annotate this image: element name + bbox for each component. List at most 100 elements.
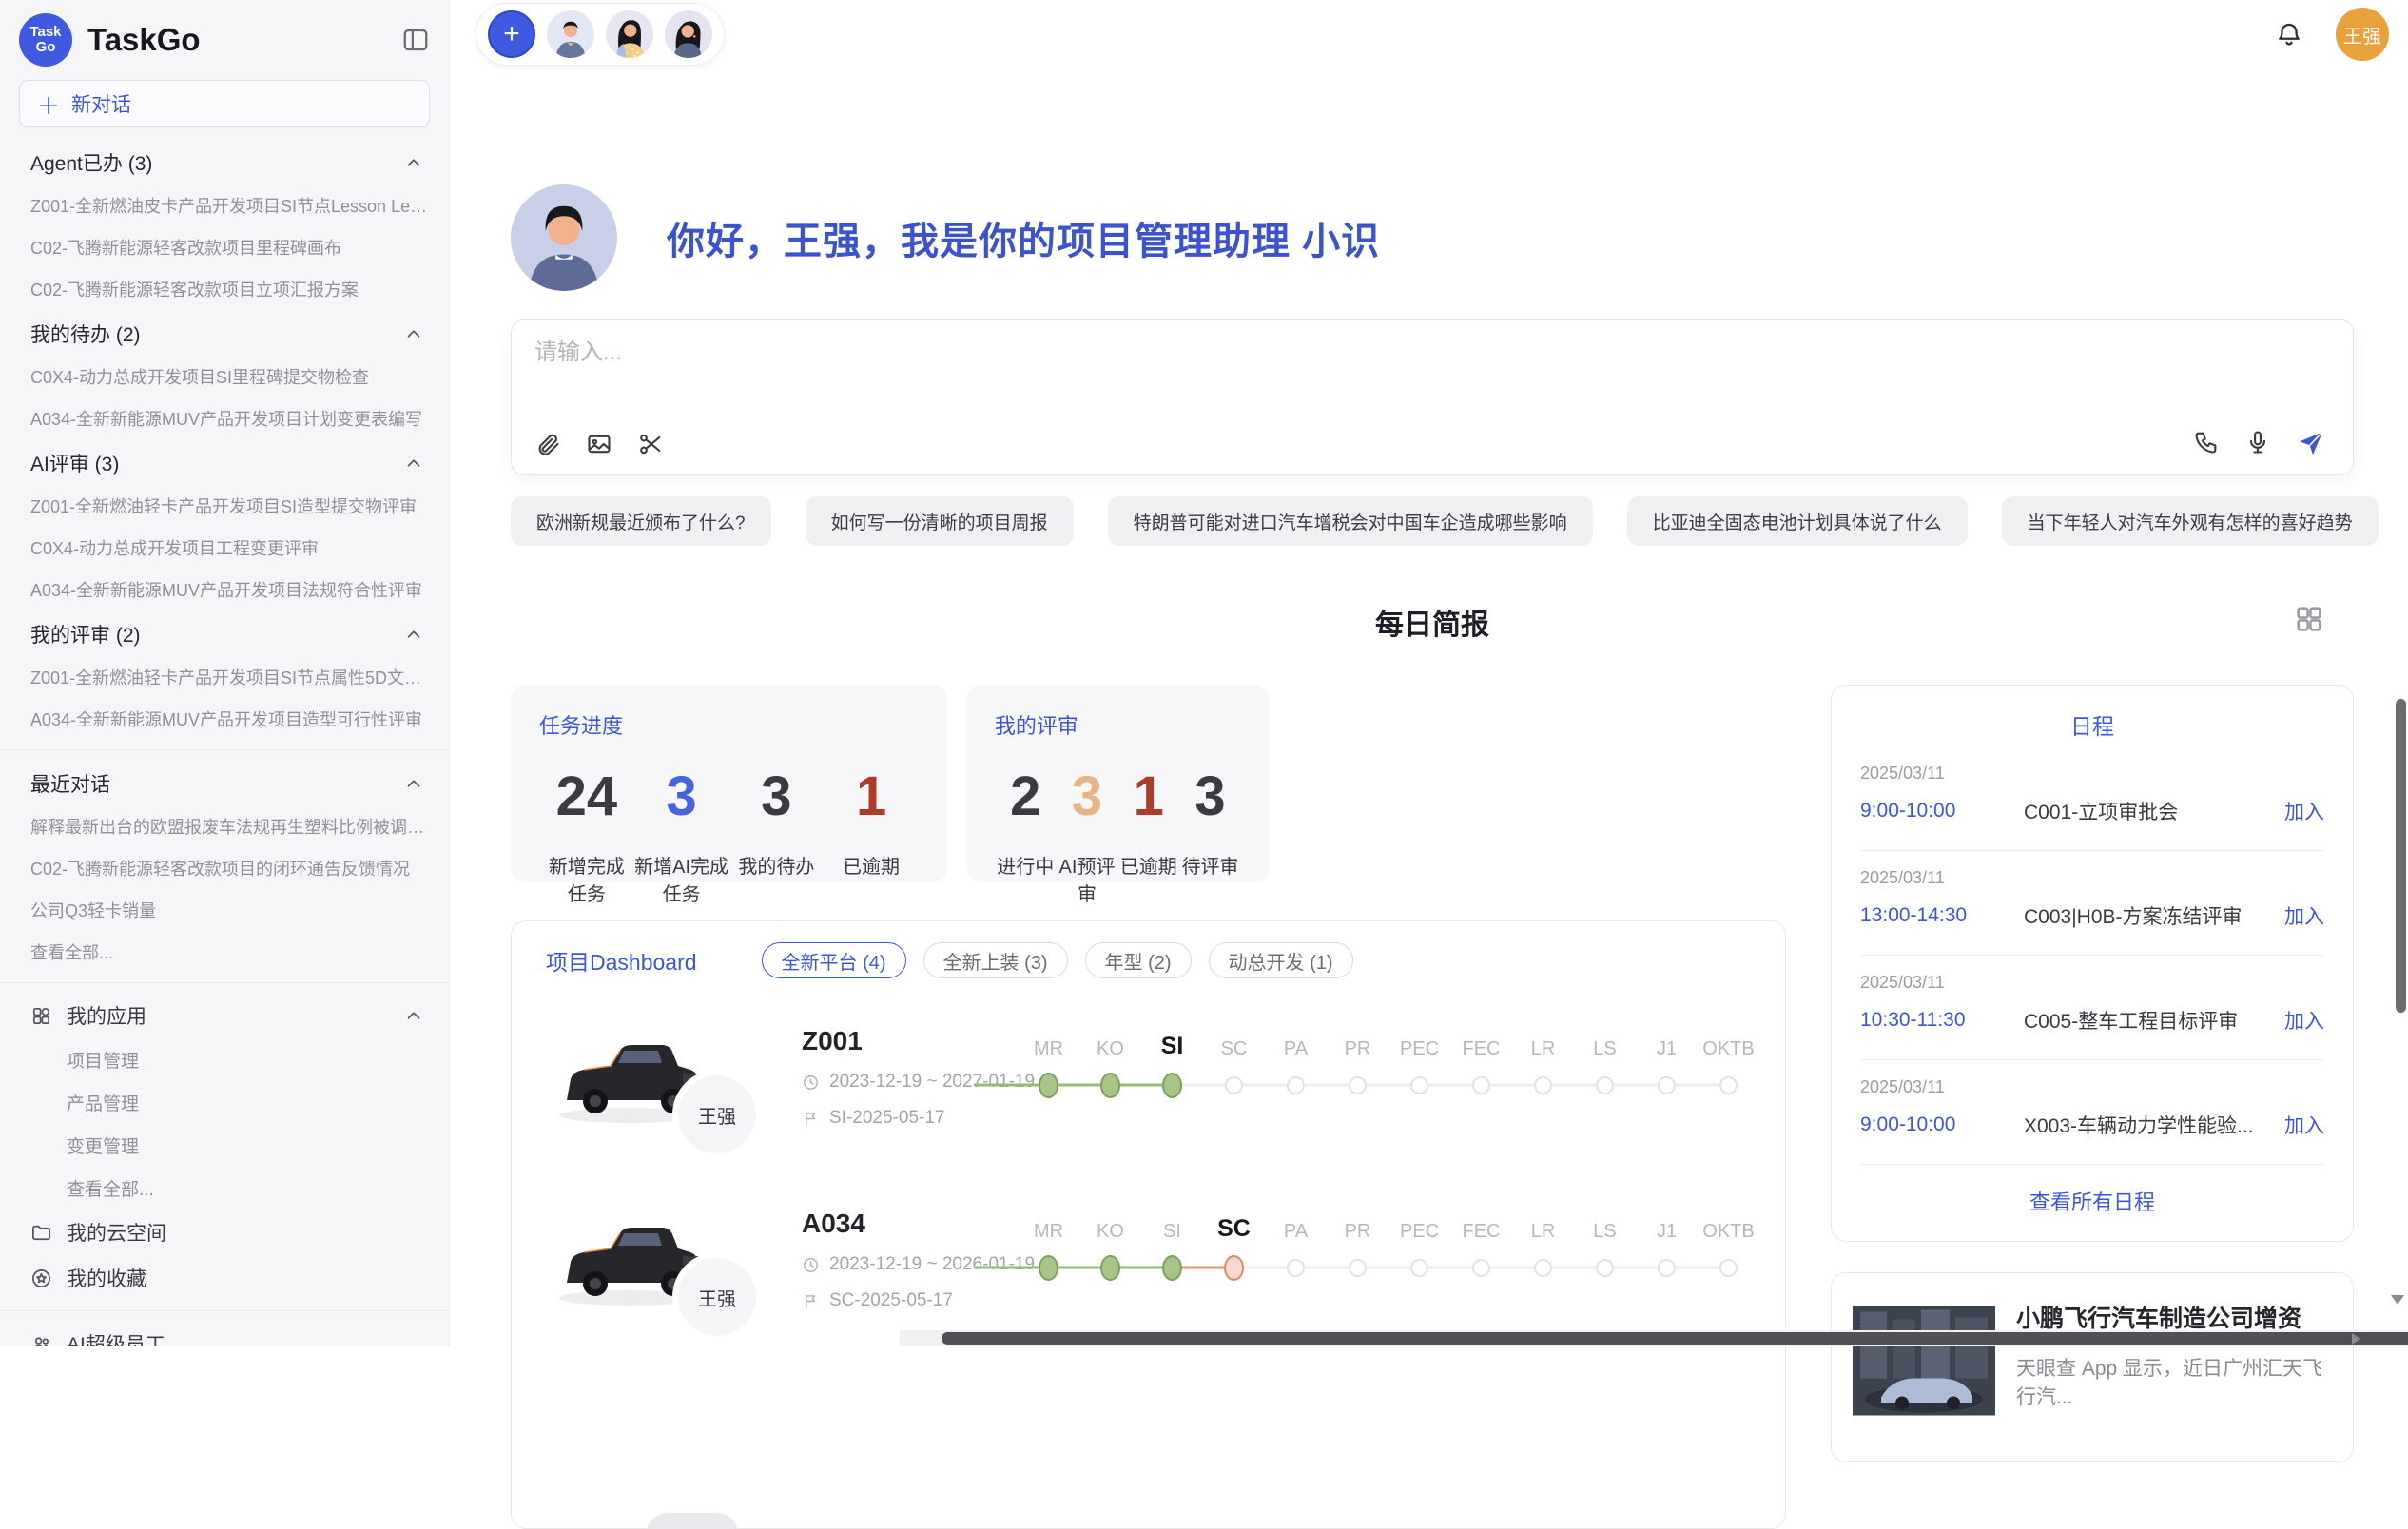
- member-avatar[interactable]: [606, 10, 653, 58]
- suggestion-chip[interactable]: 欧洲新规最近颁布了什么?: [511, 496, 771, 546]
- image-upload-icon[interactable]: [586, 431, 612, 457]
- stat: 3 AI预评审: [1057, 764, 1118, 906]
- chevron-up-icon[interactable]: [403, 453, 424, 474]
- horizontal-scrollbar-thumb[interactable]: [942, 1332, 2408, 1345]
- sidebar-group-header[interactable]: AI评审 (3): [0, 439, 449, 485]
- dashboard-title: 项目Dashboard: [546, 944, 697, 977]
- sidebar-tool-item[interactable]: AI超级员工: [0, 1321, 449, 1346]
- sidebar-group-title: Agent已办 (3): [30, 148, 403, 177]
- recent-view-all[interactable]: 查看全部...: [0, 931, 449, 973]
- phone-call-icon[interactable]: [2193, 429, 2220, 455]
- stat-label: 新增AI完成任务: [634, 851, 729, 906]
- sidebar-item[interactable]: C02-飞腾新能源轻客改款项目里程碑画布: [0, 226, 449, 268]
- milestone: MR: [1018, 1203, 1079, 1292]
- scroll-down-arrow-icon[interactable]: [2391, 1295, 2404, 1305]
- project-name: A034: [802, 1209, 1035, 1239]
- recent-chat-item[interactable]: C02-飞腾新能源轻客改款项目的闭环通告反馈情况: [0, 847, 449, 889]
- member-avatar[interactable]: [547, 10, 594, 58]
- sidebar-item[interactable]: A034-全新新能源MUV产品开发项目计划变更表编写: [0, 397, 449, 439]
- dashboard-tab[interactable]: 全新平台 (4): [762, 942, 906, 978]
- schedule-name: C003|H0B-方案冻结评审: [2024, 901, 2284, 930]
- scissors-icon[interactable]: [637, 431, 664, 457]
- suggestion-chip[interactable]: 比亚迪全固态电池计划具体说了什么: [1627, 496, 1968, 546]
- suggestion-chip[interactable]: 当下年轻人对汽车外观有怎样的喜好趋势: [2002, 496, 2379, 546]
- add-member-button[interactable]: +: [488, 10, 535, 58]
- chevron-up-icon[interactable]: [403, 1005, 424, 1026]
- sidebar-group-title: AI评审 (3): [30, 449, 403, 477]
- suggestion-chip[interactable]: 如何写一份清晰的项目周报: [806, 496, 1074, 546]
- app-sub-item[interactable]: 项目管理: [0, 1038, 449, 1081]
- schedule-item: 2025/03/11 10:30-11:30 C005-整车工程目标评审 加入: [1860, 955, 2324, 1059]
- stats-row: 任务进度 24 新增完成任务 3: [511, 685, 1786, 882]
- sidebar-item[interactable]: A034-全新新能源MUV产品开发项目造型可行性评审: [0, 698, 449, 740]
- news-title: 小鹏飞行汽车制造公司增资: [2016, 1300, 2332, 1334]
- sidebar-item[interactable]: Z001-全新燃油轻卡产品开发项目SI节点属性5D文件评审: [0, 656, 449, 698]
- sidebar-collapse-icon[interactable]: [401, 26, 430, 54]
- recent-chats-header[interactable]: 最近对话: [0, 760, 449, 805]
- sidebar-storage-item[interactable]: 我的收藏: [0, 1255, 449, 1301]
- plus-icon: ＋: [37, 87, 60, 121]
- schedule-list: 2025/03/11 9:00-10:00 C001-立项审批会 加入 2025…: [1860, 746, 2324, 1164]
- microphone-icon[interactable]: [2244, 429, 2271, 455]
- vertical-scrollbar-thumb[interactable]: [2396, 699, 2406, 1013]
- sidebar-item[interactable]: C02-飞腾新能源轻客改款项目立项汇报方案: [0, 268, 449, 310]
- milestone-label: PEC: [1400, 1020, 1439, 1060]
- dashboard-tab[interactable]: 年型 (2): [1085, 942, 1192, 978]
- sidebar-group-header[interactable]: 我的待办 (2): [0, 310, 449, 356]
- milestone: OKTB: [1698, 1203, 1759, 1292]
- sidebar-item[interactable]: C0X4-动力总成开发项目SI里程碑提交物检查: [0, 356, 449, 397]
- notification-bell-icon[interactable]: [2275, 20, 2303, 48]
- project-row[interactable]: 王强 Z001 2023-12-19 ~ 2027-01-19: [531, 1016, 1766, 1161]
- dashboard-tab[interactable]: 动总开发 (1): [1209, 942, 1353, 978]
- sidebar-item[interactable]: A034-全新新能源MUV产品开发项目法规符合性评审: [0, 569, 449, 610]
- milestone-dot: [1534, 1259, 1552, 1277]
- send-icon[interactable]: [2296, 427, 2326, 457]
- stat-value: 3: [634, 764, 729, 828]
- chevron-up-icon[interactable]: [403, 152, 424, 173]
- view-all-schedule-link[interactable]: 查看所有日程: [1860, 1164, 2324, 1226]
- chevron-up-icon[interactable]: [403, 323, 424, 344]
- scroll-right-arrow-icon[interactable]: [2352, 1333, 2360, 1345]
- milestone: J1: [1636, 1203, 1698, 1292]
- new-chat-button[interactable]: ＋ 新对话: [19, 80, 430, 127]
- project-row[interactable]: 王强 A034 2023-12-19 ~ 2026-01-19: [531, 1199, 1766, 1344]
- suggestion-chip[interactable]: 特朗普可能对进口汽车增税会对中国车企造成哪些影响: [1108, 496, 1593, 546]
- sidebar-item-my-apps[interactable]: 我的应用: [0, 993, 449, 1038]
- milestone-dot: [1287, 1259, 1305, 1277]
- layout-grid-icon[interactable]: [2293, 603, 2325, 635]
- recent-chat-item[interactable]: 公司Q3轻卡销量: [0, 889, 449, 931]
- user-avatar[interactable]: 王强: [2336, 8, 2389, 61]
- stat: 2 进行中: [995, 764, 1057, 906]
- app-sub-item[interactable]: 产品管理: [0, 1081, 449, 1124]
- chat-input[interactable]: [534, 339, 2330, 366]
- sidebar-item[interactable]: C0X4-动力总成开发项目工程变更评审: [0, 527, 449, 569]
- milestone-dot: [1596, 1259, 1614, 1277]
- milestone-label: LS: [1593, 1203, 1616, 1243]
- join-link[interactable]: 加入: [2284, 1006, 2324, 1035]
- sidebar-item[interactable]: Z001-全新燃油皮卡产品开发项目SI节点Lesson Learn报告: [0, 184, 449, 226]
- chevron-up-icon[interactable]: [403, 624, 424, 645]
- app-sub-item[interactable]: 变更管理: [0, 1124, 449, 1167]
- news-card[interactable]: 小鹏飞行汽车制造公司增资 天眼查 App 显示，近日广州汇天飞行汽...: [1831, 1272, 2354, 1462]
- attachment-icon[interactable]: [534, 431, 561, 457]
- apps-view-all[interactable]: 查看全部...: [0, 1167, 449, 1210]
- dashboard-tab[interactable]: 全新上装 (3): [923, 942, 1068, 978]
- assistant-avatar: [511, 184, 617, 291]
- sidebar-item[interactable]: Z001-全新燃油轻卡产品开发项目SI造型提交物评审: [0, 485, 449, 527]
- schedule-time: 13:00-14:30: [1860, 904, 2024, 927]
- join-link[interactable]: 加入: [2284, 901, 2324, 930]
- milestone-label: LR: [1531, 1020, 1556, 1060]
- milestone-dot: [1719, 1076, 1738, 1094]
- schedule-name: C005-整车工程目标评审: [2024, 1006, 2284, 1035]
- sidebar-group-header[interactable]: Agent已办 (3): [0, 139, 449, 184]
- milestone-label: SI: [1161, 1020, 1184, 1060]
- join-link[interactable]: 加入: [2284, 797, 2324, 825]
- join-link[interactable]: 加入: [2284, 1111, 2324, 1139]
- recent-chat-item[interactable]: 解释最新出台的欧盟报废车法规再生塑料比例被调至15%...: [0, 805, 449, 847]
- chevron-up-icon[interactable]: [403, 773, 424, 794]
- schedule-item: 2025/03/11 9:00-10:00 X003-车辆动力学性能验... 加…: [1860, 1059, 2324, 1164]
- project-rows: 王强 Z001 2023-12-19 ~ 2027-01-19: [531, 1016, 1766, 1344]
- sidebar-group-header[interactable]: 我的评审 (2): [0, 610, 449, 656]
- sidebar-storage-item[interactable]: 我的云空间: [0, 1210, 449, 1255]
- member-avatar[interactable]: [665, 10, 712, 58]
